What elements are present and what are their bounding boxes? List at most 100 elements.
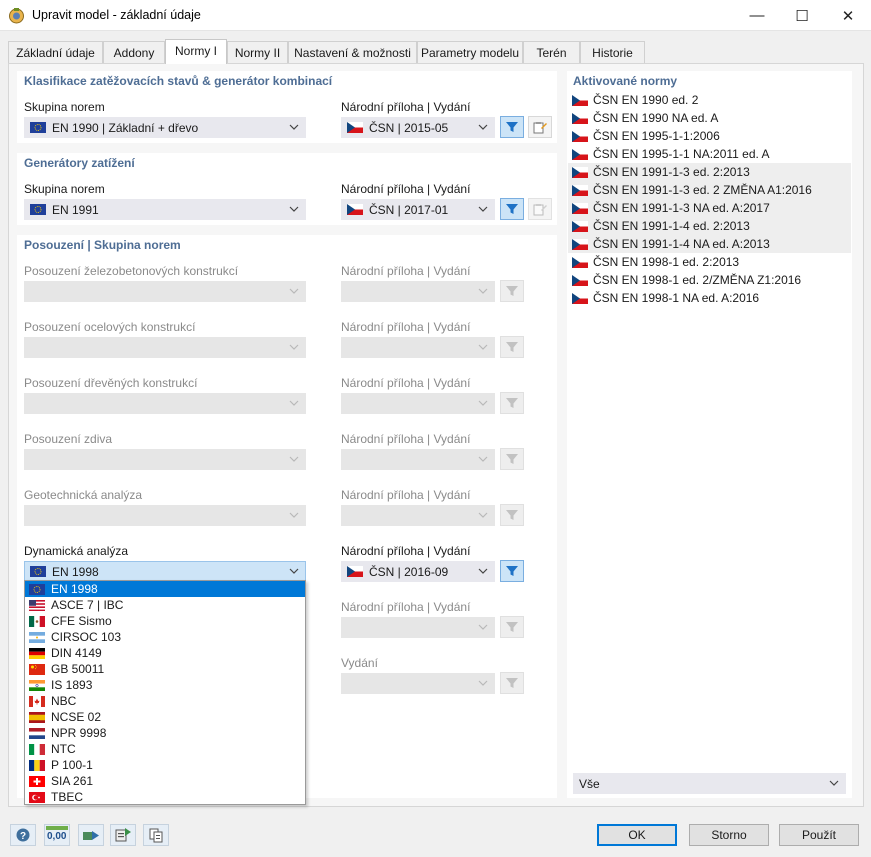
title-bar: Upravit model - základní údaje — ☐ ✕	[0, 0, 871, 31]
option-ncse-02[interactable]: NCSE 02	[25, 709, 305, 725]
list-item[interactable]: ČSN EN 1995-1-1 NA:2011 ed. A	[568, 145, 851, 163]
masonry-design-select[interactable]	[24, 449, 306, 470]
generators-annex-select[interactable]: ČSN | 2017-01	[341, 199, 495, 220]
option-en-1998[interactable]: EN 1998	[25, 581, 305, 597]
chevron-down-icon	[478, 568, 488, 574]
tab-standards-1[interactable]: Normy I	[165, 39, 227, 64]
filter-button[interactable]	[500, 116, 524, 138]
option-asce-7[interactable]: ASCE 7 | IBC	[25, 597, 305, 613]
classification-title: Klasifikace zatěžovacích stavů & generát…	[24, 74, 333, 88]
geotech-annex-select[interactable]	[341, 505, 495, 526]
filter-button[interactable]	[500, 672, 524, 694]
cancel-button[interactable]: Storno	[689, 824, 769, 846]
option-sia-261[interactable]: SIA 261	[25, 773, 305, 789]
close-button[interactable]: ✕	[825, 0, 871, 31]
chevron-down-icon	[478, 680, 488, 686]
option-cfe-sismo[interactable]: CFE Sismo	[25, 613, 305, 629]
dynamic-analysis-label: Dynamická analýza	[24, 544, 129, 558]
tab-settings-options[interactable]: Nastavení & možnosti	[288, 41, 417, 64]
classification-annex-label: Národní příloha | Vydání	[341, 100, 471, 114]
list-item[interactable]: ČSN EN 1998-1 ed. 2:2013	[568, 253, 851, 271]
list-item-label: ČSN EN 1998-1 ed. 2/ZMĚNA Z1:2016	[593, 273, 802, 287]
list-item[interactable]: ČSN EN 1991-1-4 NA ed. A:2013	[568, 235, 851, 253]
list-item[interactable]: ČSN EN 1998-1 NA ed. A:2016	[568, 289, 851, 307]
tab-model-parameters[interactable]: Parametry modelu	[417, 41, 523, 64]
classification-annex-select[interactable]: ČSN | 2015-05	[341, 117, 495, 138]
option-p-100-1[interactable]: P 100-1	[25, 757, 305, 773]
timber-annex-select[interactable]	[341, 393, 495, 414]
option-label: P 100-1	[51, 758, 93, 772]
concrete-design-select[interactable]	[24, 281, 306, 302]
chevron-down-icon	[478, 456, 488, 462]
option-tbec[interactable]: TBEC	[25, 789, 305, 805]
option-nbc[interactable]: NBC	[25, 693, 305, 709]
tab-basic-data[interactable]: Základní údaje	[8, 41, 103, 64]
dynamic-analysis-select[interactable]: EN 1998	[24, 561, 306, 582]
row7-annex-select[interactable]	[341, 617, 495, 638]
generators-group-select[interactable]: EN 1991	[24, 199, 306, 220]
option-label: IS 1893	[51, 678, 93, 692]
app-logo-icon	[9, 8, 24, 24]
apply-button[interactable]: Použít	[779, 824, 859, 846]
list-item[interactable]: ČSN EN 1991-1-3 ed. 2:2013	[568, 163, 851, 181]
help-icon: ?	[16, 828, 30, 842]
timber-design-select[interactable]	[24, 393, 306, 414]
steel-design-select[interactable]	[24, 337, 306, 358]
option-cirsoc-103[interactable]: CIRSOC 103	[25, 629, 305, 645]
edit-standard-button[interactable]	[528, 198, 552, 220]
tab-standards-2[interactable]: Normy II	[227, 41, 288, 64]
filter-button[interactable]	[500, 336, 524, 358]
import-button[interactable]	[78, 824, 104, 846]
list-item[interactable]: ČSN EN 1991-1-3 ed. 2 ZMĚNA A1:2016	[568, 181, 851, 199]
copy-button[interactable]	[143, 824, 169, 846]
window-title: Upravit model - základní údaje	[32, 8, 201, 22]
tab-terrain[interactable]: Terén	[523, 41, 580, 64]
masonry-annex-label: Národní příloha | Vydání	[341, 432, 471, 446]
filter-button[interactable]	[500, 560, 524, 582]
dynamic-annex-select[interactable]: ČSN | 2016-09	[341, 561, 495, 582]
tab-history[interactable]: Historie	[580, 41, 645, 64]
option-gb-50011[interactable]: GB 50011	[25, 661, 305, 677]
list-item[interactable]: ČSN EN 1991-1-4 ed. 2:2013	[568, 217, 851, 235]
help-button[interactable]: ?	[10, 824, 36, 846]
filter-button[interactable]	[500, 616, 524, 638]
option-ntc[interactable]: NTC	[25, 741, 305, 757]
list-item-label: ČSN EN 1991-1-3 ed. 2 ZMĚNA A1:2016	[593, 183, 812, 197]
list-item[interactable]: ČSN EN 1991-1-3 NA ed. A:2017	[568, 199, 851, 217]
concrete-annex-select[interactable]	[341, 281, 495, 302]
list-item[interactable]: ČSN EN 1990 ed. 2	[568, 91, 851, 109]
option-din-4149[interactable]: DIN 4149	[25, 645, 305, 661]
list-item[interactable]: ČSN EN 1990 NA ed. A	[568, 109, 851, 127]
chevron-down-icon	[289, 512, 299, 518]
filter-button[interactable]	[500, 448, 524, 470]
steel-annex-select[interactable]	[341, 337, 495, 358]
geotech-design-select[interactable]	[24, 505, 306, 526]
standards-filter-select[interactable]: Vše	[573, 773, 846, 794]
ok-button[interactable]: OK	[597, 824, 677, 846]
classification-group-select[interactable]: EN 1990 | Základní + dřevo	[24, 117, 306, 138]
timber-annex-label: Národní příloha | Vydání	[341, 376, 471, 390]
tab-addons[interactable]: Addony	[103, 41, 165, 64]
option-label: NPR 9998	[51, 726, 107, 740]
export-button[interactable]	[110, 824, 136, 846]
tr-flag-icon	[29, 791, 45, 803]
filter-button[interactable]	[500, 392, 524, 414]
masonry-annex-select[interactable]	[341, 449, 495, 470]
units-button[interactable]: 0,00	[44, 824, 70, 846]
list-item[interactable]: ČSN EN 1998-1 ed. 2/ZMĚNA Z1:2016	[568, 271, 851, 289]
edit-standard-button[interactable]	[528, 116, 552, 138]
filter-button[interactable]	[500, 504, 524, 526]
chevron-down-icon	[478, 206, 488, 212]
dynamic-annex-value: ČSN | 2016-09	[369, 564, 449, 579]
maximize-button[interactable]: ☐	[779, 0, 825, 31]
list-item-label: ČSN EN 1990 NA ed. A	[593, 111, 719, 125]
filter-button[interactable]	[500, 280, 524, 302]
minimize-button[interactable]: —	[734, 0, 780, 31]
filter-button[interactable]	[500, 198, 524, 220]
option-is-1893[interactable]: IS 1893	[25, 677, 305, 693]
cz-flag-icon	[572, 94, 588, 106]
option-npr-9998[interactable]: NPR 9998	[25, 725, 305, 741]
list-item-label: ČSN EN 1991-1-4 ed. 2:2013	[593, 219, 750, 233]
row8-annex-select[interactable]	[341, 673, 495, 694]
list-item[interactable]: ČSN EN 1995-1-1:2006	[568, 127, 851, 145]
